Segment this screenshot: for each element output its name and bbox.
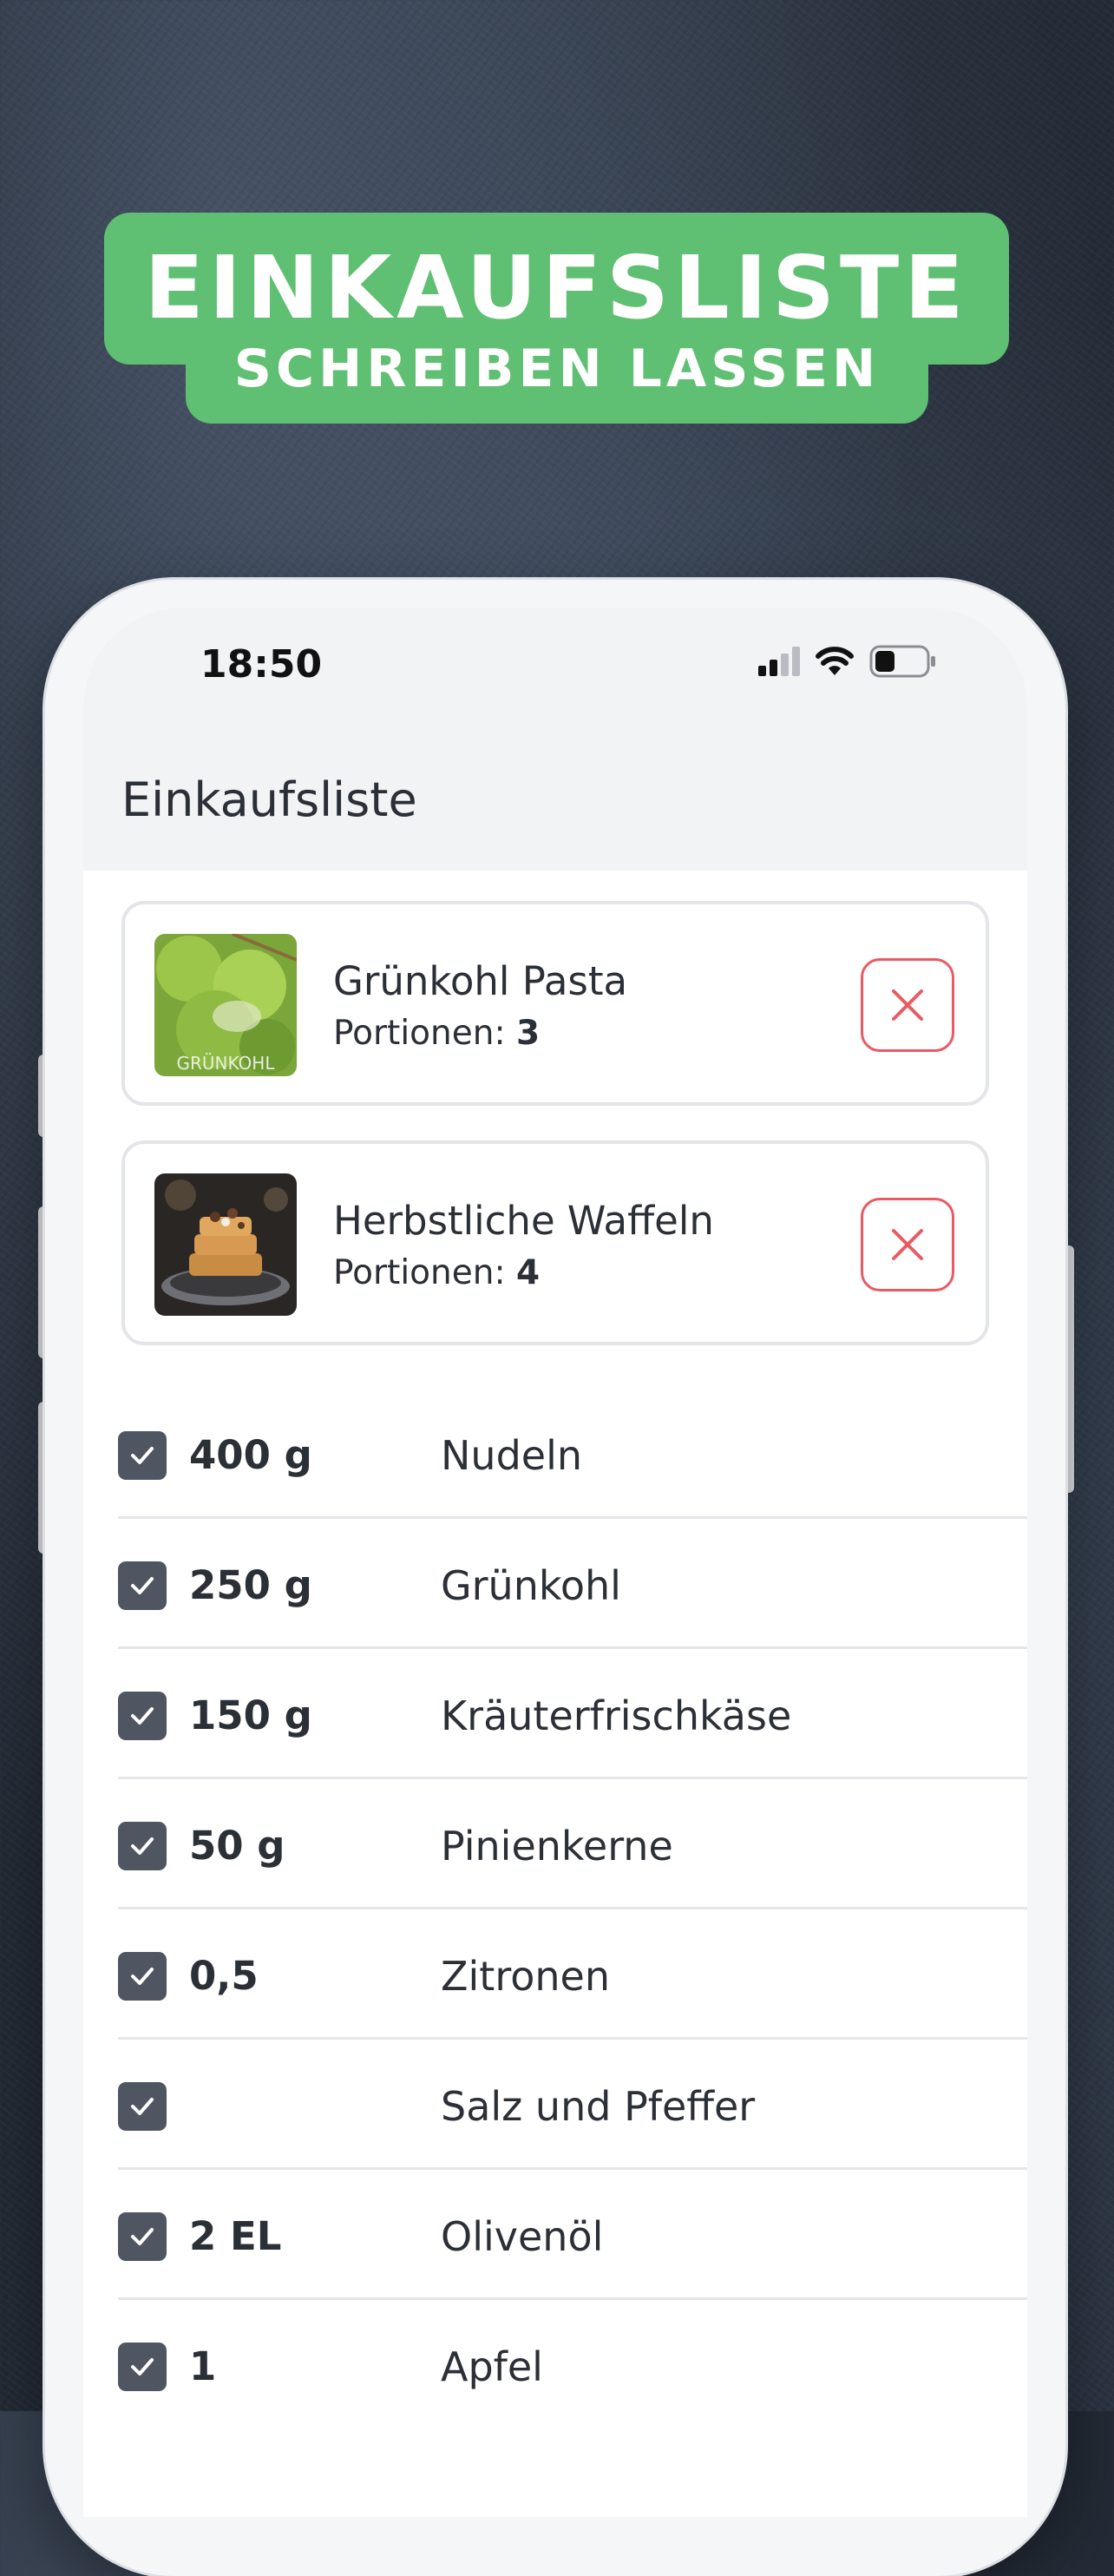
page-title: Einkaufsliste [121,772,417,827]
ingredient-checkbox[interactable] [118,1561,167,1610]
ingredient-name: Apfel [441,2343,543,2390]
checkmark-icon [131,1837,154,1855]
recipe-thumbnail [154,1173,297,1316]
checkmark-icon [131,2098,154,2115]
recipe-portions: Portionen: 4 [333,1253,540,1292]
signal-icon [758,647,800,680]
ingredient-row: 400 g Nudeln [118,1389,1027,1519]
ingredient-name: Pinienkerne [441,1823,673,1870]
recipe-card: Herbstliche Waffeln Portionen: 4 [121,1140,989,1345]
checkmark-icon [131,1707,154,1725]
portions-value: 4 [516,1253,541,1292]
battery-icon [869,645,937,681]
remove-recipe-button[interactable] [861,958,954,1052]
recipe-portions: Portionen: 3 [333,1014,540,1053]
ingredient-amount: 50 g [189,1823,285,1869]
ingredient-checkbox[interactable] [118,1952,167,2001]
portions-label: Portionen: [333,1253,506,1292]
ingredient-amount: 0,5 [189,1953,259,1999]
wifi-icon [816,647,854,680]
close-icon [892,1229,923,1260]
status-time: 18:50 [200,642,323,687]
recipe-name: Herbstliche Waffeln [333,1198,714,1244]
ingredient-amount: 2 EL [189,2213,282,2259]
ingredient-checkbox[interactable] [118,1692,167,1740]
checkmark-icon [131,1577,154,1594]
remove-recipe-button[interactable] [861,1198,954,1291]
checkmark-icon [131,1968,154,1985]
checkmark-icon [131,2228,154,2245]
ingredient-row: 150 g Kräuterfrischkäse [118,1649,1027,1779]
recipe-thumbnail: GRÜNKOHL [154,934,297,1076]
ingredient-checkbox[interactable] [118,2082,167,2131]
status-icons [758,645,937,681]
recipe-card: GRÜNKOHL Grünkohl Pasta Portionen: 3 [121,901,989,1106]
ingredient-checkbox[interactable] [118,2343,167,2391]
ingredient-name: Zitronen [441,1953,610,2000]
ingredient-name: Kräuterfrischkäse [441,1692,792,1739]
ingredient-row: 0,5 Zitronen [118,1909,1027,2040]
recipe-name: Grünkohl Pasta [333,958,628,1004]
ingredient-name: Nudeln [441,1432,582,1479]
close-icon [892,989,923,1021]
ingredient-amount: 1 [189,2343,217,2389]
ingredient-amount: 150 g [189,1692,312,1738]
checkmark-icon [131,2358,154,2376]
ingredient-checkbox[interactable] [118,1822,167,1870]
banner-subtitle: SCHREIBEN LASSEN [233,338,881,399]
ingredient-checkbox[interactable] [118,1431,167,1480]
ingredient-row: 2 EL Olivenöl [118,2170,1027,2300]
phone-screen: 18:50 Einkaufsliste GRÜNKOHL Grünkohl Pa… [83,608,1027,2517]
ingredient-name: Grünkohl [441,1562,621,1609]
ingredient-name: Olivenöl [441,2213,604,2260]
ingredient-checkbox[interactable] [118,2212,167,2261]
app-header: 18:50 Einkaufsliste [83,608,1027,871]
ingredient-row: Salz und Pfeffer [118,2040,1027,2170]
ingredient-amount: 400 g [189,1432,312,1478]
portions-value: 3 [516,1014,541,1053]
ingredient-name: Salz und Pfeffer [441,2083,756,2130]
ingredient-row: 50 g Pinienkerne [118,1779,1027,1909]
thumb-caption: GRÜNKOHL [177,1053,276,1074]
ingredient-amount: 250 g [189,1562,312,1608]
checkmark-icon [131,1447,154,1464]
portions-label: Portionen: [333,1014,506,1053]
ingredient-row: 250 g Grünkohl [118,1519,1027,1649]
banner-title: EINKAUFSLISTE [144,237,969,338]
